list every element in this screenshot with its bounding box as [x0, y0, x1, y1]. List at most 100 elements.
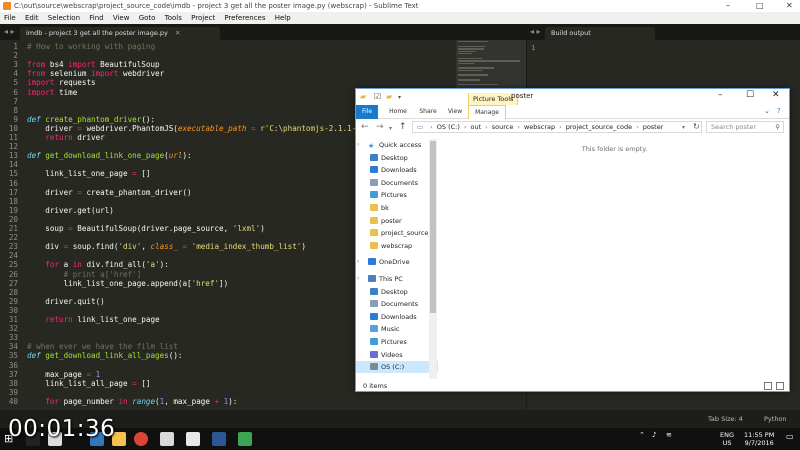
explorer-maximize-button[interactable]: ☐ — [746, 90, 754, 100]
code-line[interactable]: 5 import requests — [0, 78, 526, 87]
address-dropdown-icon[interactable]: ▾ — [682, 123, 685, 133]
breadcrumb-item[interactable]: poster — [643, 123, 664, 131]
nav-item[interactable]: › This PC — [356, 273, 438, 285]
notifications-icon[interactable]: ▭ — [786, 433, 794, 441]
breadcrumb-separator-icon[interactable]: › — [517, 123, 520, 131]
breadcrumb-separator-icon[interactable]: › — [430, 123, 433, 131]
nav-item-label: Downloads — [381, 166, 417, 175]
folder-content-area[interactable]: This folder is empty. — [438, 139, 789, 379]
recent-locations-icon[interactable]: ▾ — [389, 124, 392, 134]
ribbon-tab-share[interactable]: Share — [416, 105, 440, 119]
close-button[interactable]: ✕ — [786, 0, 793, 12]
ribbon-tab-home[interactable]: Home — [386, 105, 410, 119]
nav-item[interactable]: › OneDrive — [356, 256, 438, 268]
tab-size-indicator[interactable]: Tab Size: 4 — [708, 410, 743, 428]
forward-arrow-icon[interactable]: → — [376, 122, 384, 132]
details-view-button[interactable] — [764, 382, 772, 390]
nav-item[interactable]: Downloads✎ — [356, 164, 438, 176]
menu-view[interactable]: View — [113, 14, 130, 22]
nav-item[interactable]: bk — [356, 202, 438, 214]
breadcrumb-item[interactable]: OS (C:) — [437, 123, 460, 131]
code-line[interactable]: 3 from bs4 import BeautifulSoup — [0, 60, 526, 69]
menu-goto[interactable]: Goto — [139, 14, 156, 22]
editor-tab[interactable]: imdb - project 3 get all the poster imag… — [20, 27, 220, 40]
word-icon[interactable] — [212, 432, 226, 446]
speaker-icon[interactable]: ♪ — [652, 431, 656, 439]
breadcrumb-separator-icon[interactable]: › — [559, 123, 562, 131]
build-output-tab[interactable]: Build output — [545, 27, 655, 40]
help-icon[interactable]: ? — [777, 107, 781, 115]
back-arrow-icon[interactable]: ← — [361, 122, 369, 132]
menu-edit[interactable]: Edit — [25, 14, 39, 22]
minimize-button[interactable]: – — [726, 0, 730, 12]
maximize-button[interactable]: □ — [756, 0, 764, 12]
expand-chevron-icon[interactable]: › — [357, 139, 359, 151]
nav-item[interactable]: Desktop — [356, 286, 438, 298]
code-line[interactable]: 1 # How to working with paging — [0, 42, 526, 51]
code-token: driver — [27, 187, 78, 197]
nav-item[interactable]: Downloads — [356, 311, 438, 323]
code-token: ) — [260, 224, 265, 233]
refresh-icon[interactable]: ↻ — [693, 122, 700, 132]
nav-item[interactable]: poster — [356, 215, 438, 227]
nav-item[interactable]: › ★ Quick access — [356, 139, 438, 151]
build-tab-nav-arrows[interactable]: ◂ ▸ — [530, 27, 541, 36]
media-player-icon[interactable] — [186, 432, 200, 446]
nav-item[interactable]: Pictures✎ — [356, 189, 438, 201]
nav-item[interactable]: project_source_c — [356, 227, 438, 239]
quick-access-dropdown-icon[interactable]: ▾ — [398, 94, 401, 101]
breadcrumb-item[interactable]: source — [492, 123, 514, 131]
expand-chevron-icon[interactable]: › — [357, 273, 359, 285]
syntax-indicator[interactable]: Python — [764, 410, 787, 428]
address-bar[interactable]: ▭ › OS (C:) › out › source › webscrap › project_so… — [412, 121, 702, 133]
network-icon[interactable]: ≋ — [666, 431, 672, 439]
people-icon[interactable]: ⌃ — [639, 431, 645, 439]
breadcrumb-item[interactable]: project_source_code — [566, 123, 632, 131]
menu-preferences[interactable]: Preferences — [224, 14, 265, 22]
tab-close-icon[interactable]: ✕ — [175, 29, 180, 37]
nav-item[interactable]: OS (C:) — [356, 361, 438, 374]
menu-file[interactable]: File — [4, 14, 16, 22]
large-icons-view-button[interactable] — [776, 382, 784, 390]
navigation-pane-scrollbar[interactable] — [429, 139, 437, 379]
tab-nav-arrows[interactable]: ◂ ▸ — [4, 27, 15, 36]
code-line[interactable]: 4 from selenium import webdriver — [0, 69, 526, 78]
menu-selection[interactable]: Selection — [48, 14, 80, 22]
menu-tools[interactable]: Tools — [165, 14, 182, 22]
code-line[interactable]: 2 — [0, 51, 526, 60]
explorer-close-button[interactable]: ✕ — [772, 90, 780, 100]
camtasia-icon[interactable] — [238, 432, 252, 446]
explorer-minimize-button[interactable]: – — [718, 90, 723, 100]
ribbon-tab-file[interactable]: File — [356, 105, 378, 119]
menu-help[interactable]: Help — [275, 14, 291, 22]
properties-icon[interactable]: ☑ — [374, 92, 381, 101]
clock[interactable]: 11:55 PM 9/7/2016 — [744, 431, 774, 447]
nav-item[interactable]: Music — [356, 323, 438, 335]
code-line[interactable]: 40 for page_number in range(1, max_page … — [0, 397, 526, 406]
up-arrow-icon[interactable]: ↑ — [399, 122, 407, 132]
breadcrumb-separator-icon[interactable]: › — [636, 123, 639, 131]
breadcrumb-separator-icon[interactable]: › — [485, 123, 488, 131]
breadcrumb-separator-icon[interactable]: › — [464, 123, 467, 131]
search-box[interactable]: Search poster ⚲ — [706, 121, 784, 133]
expand-ribbon-icon[interactable]: ⌄ — [764, 107, 770, 115]
ribbon-tab-view[interactable]: View — [444, 105, 466, 119]
nav-item[interactable]: webscrap — [356, 240, 438, 252]
nav-item[interactable]: Documents✎ — [356, 177, 438, 189]
menu-find[interactable]: Find — [89, 14, 103, 22]
new-folder-icon[interactable]: ▰ — [386, 92, 392, 101]
nav-item[interactable]: Documents — [356, 298, 438, 310]
nav-item[interactable]: Desktop✎ — [356, 152, 438, 164]
input-language[interactable]: ENG US — [720, 431, 734, 447]
breadcrumb-item[interactable]: out — [470, 123, 481, 131]
nav-item[interactable]: Pictures — [356, 336, 438, 348]
scrollbar-thumb[interactable] — [430, 141, 436, 313]
doc-icon — [370, 300, 378, 308]
ribbon-tab-manage[interactable]: Manage — [468, 105, 506, 119]
store-icon[interactable] — [160, 432, 174, 446]
nav-item[interactable]: Videos — [356, 349, 438, 361]
chrome-icon[interactable] — [134, 432, 148, 446]
breadcrumb-item[interactable]: webscrap — [524, 123, 555, 131]
menu-project[interactable]: Project — [191, 14, 215, 22]
expand-chevron-icon[interactable]: › — [357, 256, 359, 268]
